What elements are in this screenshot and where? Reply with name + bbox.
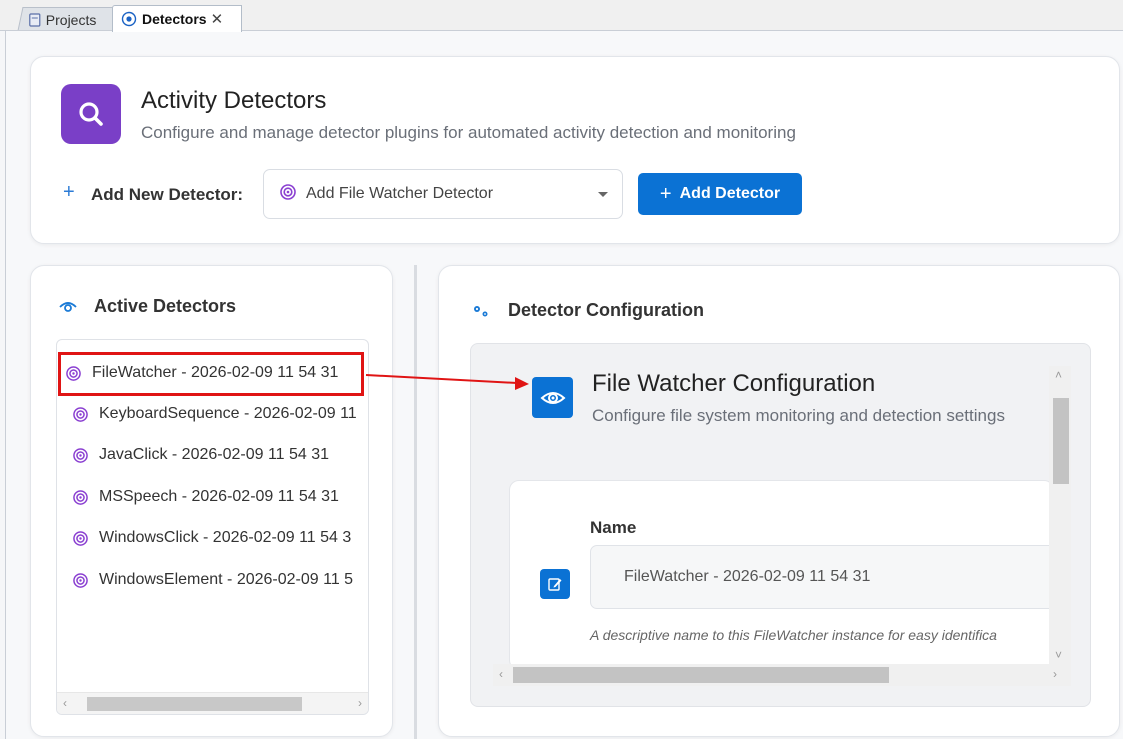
chevron-down-icon xyxy=(598,192,608,197)
section-title-text: Detector Configuration xyxy=(508,300,704,320)
name-label: Name xyxy=(590,518,637,537)
plus-icon: + xyxy=(659,182,672,205)
chevron-right-icon[interactable]: › xyxy=(358,696,362,710)
list-item-label: MSSpeech - 2026-02-09 11 54 31 xyxy=(99,488,339,505)
list-item-label: WindowsClick - 2026-02-09 11 54 3 xyxy=(99,529,352,546)
detector-icon xyxy=(73,530,88,546)
detector-configuration-card: Detector Configuration File Watcher Conf… xyxy=(438,265,1120,737)
panel-splitter[interactable] xyxy=(414,265,417,739)
detector-icon xyxy=(73,572,88,588)
chevron-left-icon[interactable]: ‹ xyxy=(499,667,503,681)
page-subtitle: Configure and manage detector plugins fo… xyxy=(141,123,796,142)
detector-list[interactable]: FileWatcher - 2026-02-09 11 54 31 Keyboa… xyxy=(56,339,369,715)
active-detectors-title: Active Detectors xyxy=(59,296,236,317)
list-item-label: JavaClick - 2026-02-09 11 54 31 xyxy=(99,446,330,463)
list-item[interactable]: MSSpeech - 2026-02-09 11 54 31 xyxy=(73,485,339,509)
section-title-text: Active Detectors xyxy=(94,296,237,316)
panel-subtitle: Configure file system monitoring and det… xyxy=(592,406,1005,425)
list-item[interactable]: WindowsElement - 2026-02-09 11 5 xyxy=(73,568,353,592)
tab-label: Projects xyxy=(45,11,97,28)
panel-title: File Watcher Configuration xyxy=(592,370,876,397)
active-detectors-card: Active Detectors FileWatcher - 2026-02-0… xyxy=(30,265,393,737)
name-hint: A descriptive name to this FileWatcher i… xyxy=(590,627,997,643)
list-item[interactable]: JavaClick - 2026-02-09 11 54 31 xyxy=(73,443,329,467)
header-card: Activity Detectors Configure and manage … xyxy=(30,56,1120,244)
list-item[interactable]: KeyboardSequence - 2026-02-09 11 xyxy=(73,402,357,426)
detector-type-icon xyxy=(280,183,296,205)
chevron-down-icon[interactable]: ˅ xyxy=(1055,648,1062,662)
edit-icon xyxy=(540,569,570,599)
gears-icon xyxy=(471,303,491,319)
detector-icon xyxy=(73,406,88,422)
tab-label: Detectors xyxy=(142,11,207,27)
detector-icon xyxy=(73,489,88,505)
chevron-left-icon[interactable]: ‹ xyxy=(63,696,67,710)
chevron-right-icon[interactable]: › xyxy=(1053,667,1057,681)
tab-strip: Projects Detectors ✕ xyxy=(0,0,1123,32)
list-item-label: WindowsElement - 2026-02-09 11 5 xyxy=(99,571,354,588)
scrollbar-thumb[interactable] xyxy=(1053,398,1069,484)
plus-icon: + xyxy=(63,181,75,203)
detector-icon xyxy=(73,447,88,463)
scrollbar-thumb[interactable] xyxy=(87,697,302,711)
horizontal-scrollbar[interactable]: ‹ › xyxy=(57,692,368,714)
add-detector-label: Add New Detector: xyxy=(91,185,244,204)
detector-configuration-title: Detector Configuration xyxy=(471,300,704,321)
detector-type-select[interactable]: Add File Watcher Detector xyxy=(263,169,623,219)
configuration-panel: File Watcher Configuration Configure fil… xyxy=(470,343,1091,707)
select-value: Add File Watcher Detector xyxy=(306,185,494,202)
scrollbar-thumb[interactable] xyxy=(513,667,889,683)
target-icon xyxy=(121,11,137,27)
name-input[interactable] xyxy=(590,545,1060,609)
chevron-up-icon[interactable]: ˄ xyxy=(1055,368,1062,382)
list-item-label: KeyboardSequence - 2026-02-09 11 xyxy=(99,405,357,422)
search-icon xyxy=(61,84,121,144)
eye-icon xyxy=(59,300,77,314)
tab-projects[interactable]: Projects xyxy=(17,7,123,31)
list-item[interactable]: WindowsClick - 2026-02-09 11 54 3 xyxy=(73,526,351,550)
eye-icon xyxy=(532,377,573,418)
page-title: Activity Detectors xyxy=(141,87,327,114)
vertical-scrollbar[interactable]: ˄ ˅ xyxy=(1049,366,1071,664)
tab-detectors[interactable]: Detectors ✕ xyxy=(112,5,242,32)
close-icon[interactable]: ✕ xyxy=(211,10,224,28)
add-detector-button[interactable]: + Add Detector xyxy=(638,173,802,215)
name-field-card: Name A descriptive name to this FileWatc… xyxy=(509,480,1060,670)
horizontal-scrollbar[interactable]: ‹ › xyxy=(493,664,1071,686)
detector-icon xyxy=(66,365,81,381)
document-icon xyxy=(29,12,41,27)
add-detector-button-label: Add Detector xyxy=(679,185,781,202)
list-item[interactable]: FileWatcher - 2026-02-09 11 54 31 xyxy=(62,357,367,389)
list-item-label: FileWatcher - 2026-02-09 11 54 31 xyxy=(92,364,339,381)
